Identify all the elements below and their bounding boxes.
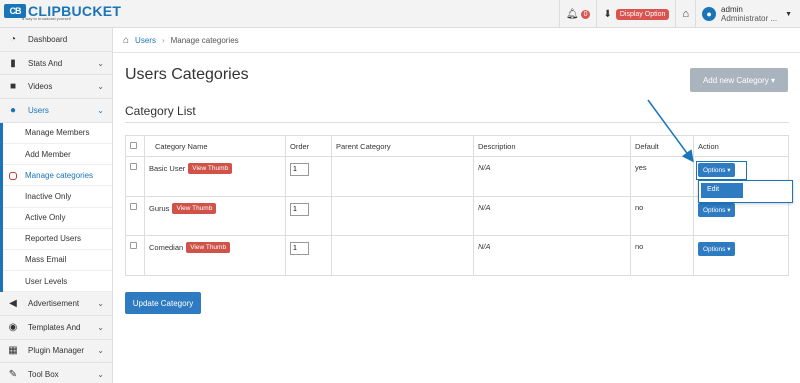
update-category-button[interactable]: Update Category xyxy=(125,292,201,314)
annotation-arrow xyxy=(647,99,694,163)
